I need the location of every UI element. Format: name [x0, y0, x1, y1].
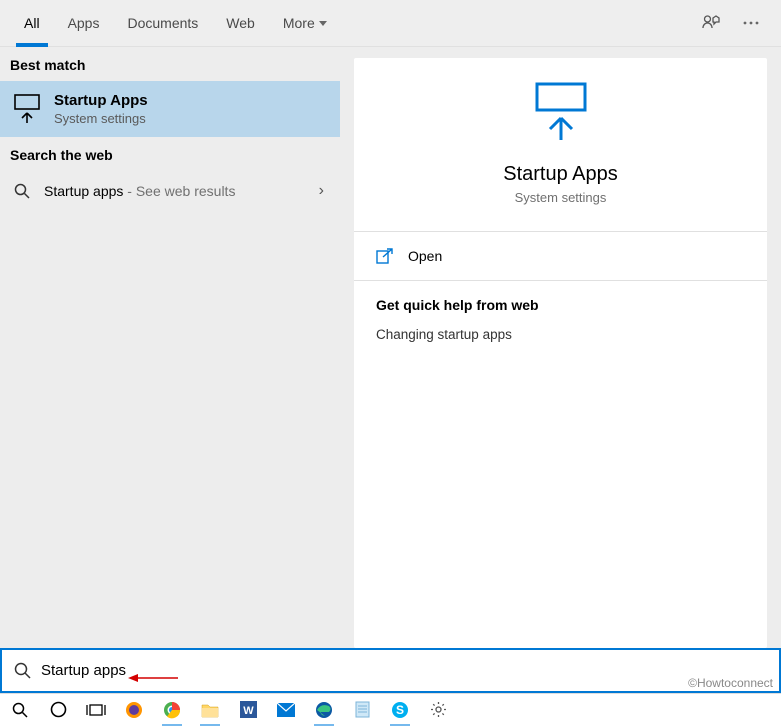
notepad-icon: [355, 701, 370, 718]
best-match-result[interactable]: Startup Apps System settings: [0, 81, 340, 137]
folder-icon: [201, 702, 219, 718]
skype-icon: S: [391, 701, 409, 719]
web-result-text: Startup apps - See web results: [44, 183, 307, 199]
tab-more-label: More: [283, 15, 315, 31]
help-heading: Get quick help from web: [376, 297, 745, 313]
feedback-button[interactable]: [691, 3, 731, 43]
search-icon: [12, 181, 32, 201]
taskbar: W S: [0, 693, 781, 725]
tab-apps[interactable]: Apps: [54, 0, 114, 47]
taskbar-skype[interactable]: S: [388, 698, 412, 722]
open-label: Open: [408, 248, 442, 264]
taskbar-notepad[interactable]: [350, 698, 374, 722]
startup-apps-icon-large: [533, 80, 589, 149]
open-action[interactable]: Open: [354, 232, 767, 281]
mail-icon: [277, 703, 295, 717]
chevron-down-icon: [319, 21, 327, 26]
web-query: Startup apps: [44, 183, 123, 199]
ellipsis-icon: [742, 14, 760, 32]
tab-all[interactable]: All: [10, 0, 54, 47]
result-subtitle: System settings: [54, 111, 328, 126]
startup-apps-icon: [12, 91, 42, 127]
taskbar-settings[interactable]: [426, 698, 450, 722]
tab-documents[interactable]: Documents: [113, 0, 212, 47]
word-icon: W: [240, 701, 257, 718]
options-button[interactable]: [731, 3, 771, 43]
taskview-icon: [86, 703, 106, 717]
web-result[interactable]: Startup apps - See web results ›: [0, 171, 340, 211]
help-link-changing-startup[interactable]: Changing startup apps: [376, 327, 745, 342]
preview-subtitle: System settings: [515, 190, 607, 205]
edge-icon: [315, 701, 333, 719]
open-icon: [376, 248, 394, 264]
cortana-icon: [50, 701, 67, 718]
taskbar-taskview[interactable]: [84, 698, 108, 722]
chevron-right-icon: ›: [319, 182, 324, 200]
tab-web[interactable]: Web: [212, 0, 269, 47]
chrome-icon: [163, 701, 181, 719]
best-match-heading: Best match: [0, 47, 340, 81]
search-web-heading: Search the web: [0, 137, 340, 171]
taskbar-cortana[interactable]: [46, 698, 70, 722]
taskbar-explorer[interactable]: [198, 698, 222, 722]
svg-text:S: S: [396, 703, 404, 717]
taskbar-word[interactable]: W: [236, 698, 260, 722]
taskbar-mail[interactable]: [274, 698, 298, 722]
results-panel: Best match Startup Apps System settings …: [0, 47, 340, 648]
web-suffix: - See web results: [123, 183, 235, 199]
result-title: Startup Apps: [54, 92, 328, 109]
svg-text:W: W: [243, 705, 254, 717]
search-filter-tabs: All Apps Documents Web More: [0, 0, 781, 47]
taskbar-firefox[interactable]: [122, 698, 146, 722]
tab-more[interactable]: More: [269, 0, 341, 47]
taskbar-edge[interactable]: [312, 698, 336, 722]
preview-title: Startup Apps: [503, 163, 618, 186]
search-icon: [12, 702, 28, 718]
annotation-arrow-icon: [128, 671, 178, 685]
search-icon: [14, 662, 31, 679]
gear-icon: [430, 701, 447, 718]
preview-panel: Startup Apps System settings Open Get qu…: [354, 58, 767, 648]
watermark: ©Howtoconnect: [688, 676, 773, 690]
taskbar-chrome[interactable]: [160, 698, 184, 722]
feedback-icon: [701, 13, 721, 33]
taskbar-search[interactable]: [8, 698, 32, 722]
firefox-icon: [125, 701, 143, 719]
search-box[interactable]: [0, 648, 781, 693]
